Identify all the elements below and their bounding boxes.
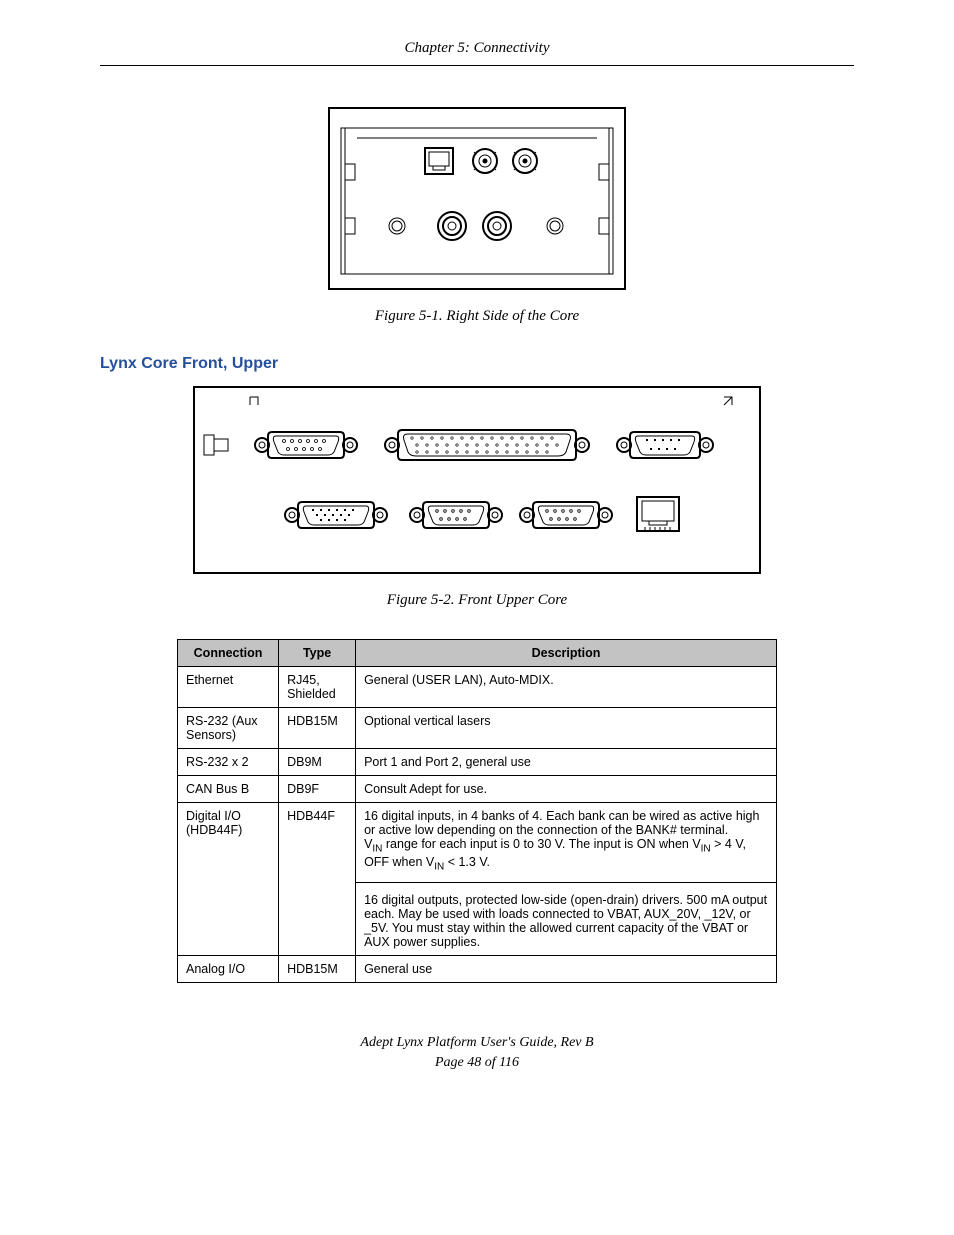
cell-type: DB9F	[279, 776, 356, 803]
th-type: Type	[279, 640, 356, 667]
table-row: RS-232 (Aux Sensors) HDB15M Optional ver…	[178, 708, 777, 749]
table-row: Analog I/O HDB15M General use	[178, 956, 777, 983]
core-right-side-diagram	[327, 106, 627, 291]
figure-5-2: Figure 5-2. Front Upper Core	[100, 385, 854, 609]
table-row: CAN Bus B DB9F Consult Adept for use.	[178, 776, 777, 803]
connections-table: Connection Type Description Ethernet RJ4…	[177, 639, 777, 983]
cell-description: Consult Adept for use.	[356, 776, 777, 803]
table-row: Digital I/O (HDB44F) HDB44F 16 digital i…	[178, 803, 777, 956]
cell-type: DB9M	[279, 749, 356, 776]
chapter-header: Chapter 5: Connectivity	[100, 40, 854, 66]
cell-connection: RS-232 (Aux Sensors)	[178, 708, 279, 749]
table-row: Ethernet RJ45, Shielded General (USER LA…	[178, 667, 777, 708]
figure-5-1-caption: Figure 5-1. Right Side of the Core	[100, 308, 854, 325]
cell-description: General use	[356, 956, 777, 983]
cell-type: HDB44F	[279, 803, 356, 956]
cell-type: HDB15M	[279, 708, 356, 749]
table-row: RS-232 x 2 DB9M Port 1 and Port 2, gener…	[178, 749, 777, 776]
figure-5-1: Figure 5-1. Right Side of the Core	[100, 106, 854, 325]
footer-page-number: Page 48 of 116	[100, 1053, 854, 1073]
th-connection: Connection	[178, 640, 279, 667]
cell-connection: Analog I/O	[178, 956, 279, 983]
cell-connection: Ethernet	[178, 667, 279, 708]
footer-guide-title: Adept Lynx Platform User's Guide, Rev B	[100, 1033, 854, 1053]
cell-type: HDB15M	[279, 956, 356, 983]
table-header-row: Connection Type Description	[178, 640, 777, 667]
cell-description: General (USER LAN), Auto-MDIX.	[356, 667, 777, 708]
cell-connection: RS-232 x 2	[178, 749, 279, 776]
th-description: Description	[356, 640, 777, 667]
cell-type: RJ45, Shielded	[279, 667, 356, 708]
cell-description: 16 digital inputs, in 4 banks of 4. Each…	[356, 803, 777, 956]
cell-connection: CAN Bus B	[178, 776, 279, 803]
core-front-upper-diagram	[192, 385, 762, 575]
cell-description: Port 1 and Port 2, general use	[356, 749, 777, 776]
figure-5-2-caption: Figure 5-2. Front Upper Core	[100, 592, 854, 609]
cell-connection: Digital I/O (HDB44F)	[178, 803, 279, 956]
cell-description: Optional vertical lasers	[356, 708, 777, 749]
page-footer: Adept Lynx Platform User's Guide, Rev B …	[100, 1033, 854, 1072]
section-heading-lynx-core-front-upper: Lynx Core Front, Upper	[100, 355, 854, 373]
